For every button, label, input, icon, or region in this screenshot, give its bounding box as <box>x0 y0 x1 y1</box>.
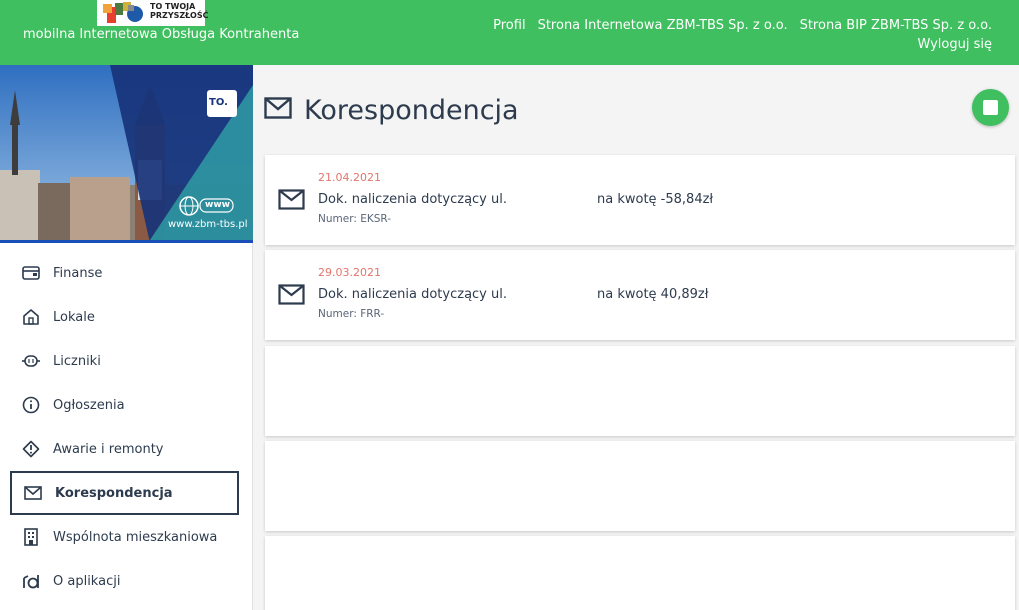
stop-icon <box>983 100 998 115</box>
logo-text: TO TWOJA PRZYSZŁOŚĆ <box>150 2 209 20</box>
letter-date: 21.04.2021 <box>318 171 381 184</box>
sidebar-item-label: O aplikacji <box>53 573 121 589</box>
wallet-icon <box>22 264 40 282</box>
logo[interactable]: TO TWOJA PRZYSZŁOŚĆ <box>97 0 209 26</box>
letter-title: Dok. naliczenia dotyczący ul. <box>318 192 507 207</box>
sidebar-item-label: Lokale <box>53 309 95 325</box>
sidebar-item-label: Korespondencja <box>55 485 173 501</box>
envelope-icon <box>24 484 42 502</box>
nav-bip-link[interactable]: Strona BIP ZBM-TBS Sp. z o.o. <box>800 18 992 33</box>
sidebar-item-wspolnota[interactable]: Wspólnota mieszkaniowa <box>10 515 239 559</box>
letter-card[interactable]: 29.03.2021 Dok. naliczenia dotyczący ul.… <box>265 250 1015 340</box>
letter-card-placeholder <box>265 346 1015 436</box>
letter-number: Numer: EKSR- <box>318 213 392 225</box>
sidebar: TO. www www.zbm-tbs.pl Finanse Lokale Li… <box>0 65 253 610</box>
building-icon <box>22 528 40 546</box>
letter-card[interactable]: 21.04.2021 Dok. naliczenia dotyczący ul.… <box>265 155 1015 245</box>
info-icon <box>22 396 40 414</box>
envelope-icon <box>264 96 292 125</box>
sidebar-item-finanse[interactable]: Finanse <box>10 251 239 295</box>
top-header: TO TWOJA PRZYSZŁOŚĆ mobilna Internetowa … <box>0 0 1019 65</box>
nav-website-link[interactable]: Strona Internetowa ZBM-TBS Sp. z o.o. <box>538 18 788 33</box>
banner-url: www.zbm-tbs.pl <box>168 219 248 230</box>
sidebar-item-label: Finanse <box>53 265 103 281</box>
sidebar-item-awarie[interactable]: Awarie i remonty <box>10 427 239 471</box>
city-banner: TO. www www.zbm-tbs.pl <box>0 65 253 243</box>
sidebar-menu: Finanse Lokale Liczniki Ogłoszenia Awari… <box>0 243 252 603</box>
sidebar-item-liczniki[interactable]: Liczniki <box>10 339 239 383</box>
letter-amount: na kwotę 40,89zł <box>597 287 709 302</box>
city-banner-image <box>0 65 253 240</box>
app-title: mobilna Internetowa Obsługa Kontrahenta <box>23 27 300 42</box>
envelope-icon <box>278 284 306 306</box>
banner-badge: TO. <box>209 97 228 108</box>
fab-button[interactable] <box>972 89 1009 126</box>
page-header: Korespondencja <box>264 95 519 126</box>
letter-date: 29.03.2021 <box>318 266 381 279</box>
logo-mark-icon <box>103 2 143 23</box>
meter-icon <box>22 352 40 370</box>
sidebar-item-korespondencja[interactable]: Korespondencja <box>10 471 239 515</box>
sidebar-item-label: Awarie i remonty <box>53 441 164 457</box>
sidebar-item-o-aplikacji[interactable]: O aplikacji <box>10 559 239 603</box>
nav-profile-link[interactable]: Profil <box>493 18 525 33</box>
sidebar-item-lokale[interactable]: Lokale <box>10 295 239 339</box>
letter-number: Numer: FRR- <box>318 308 385 320</box>
sidebar-item-label: Liczniki <box>53 353 101 369</box>
letter-title: Dok. naliczenia dotyczący ul. <box>318 287 507 302</box>
main-content: Korespondencja 21.04.2021 Dok. naliczeni… <box>254 65 1019 610</box>
about-icon <box>22 572 40 590</box>
letter-card-placeholder <box>265 536 1015 610</box>
envelope-icon <box>278 189 306 211</box>
top-nav: Profil Strona Internetowa ZBM-TBS Sp. z … <box>493 18 992 33</box>
sidebar-item-ogloszenia[interactable]: Ogłoszenia <box>10 383 239 427</box>
banner-www: www <box>205 200 230 210</box>
page-title: Korespondencja <box>304 95 519 126</box>
letter-card-placeholder <box>265 441 1015 531</box>
sidebar-item-label: Ogłoszenia <box>53 397 125 413</box>
logout-link[interactable]: Wyloguj się <box>917 37 992 52</box>
letter-amount: na kwotę -58,84zł <box>597 192 714 207</box>
sidebar-item-label: Wspólnota mieszkaniowa <box>53 529 218 545</box>
home-icon <box>22 308 40 326</box>
alert-icon <box>22 440 40 458</box>
